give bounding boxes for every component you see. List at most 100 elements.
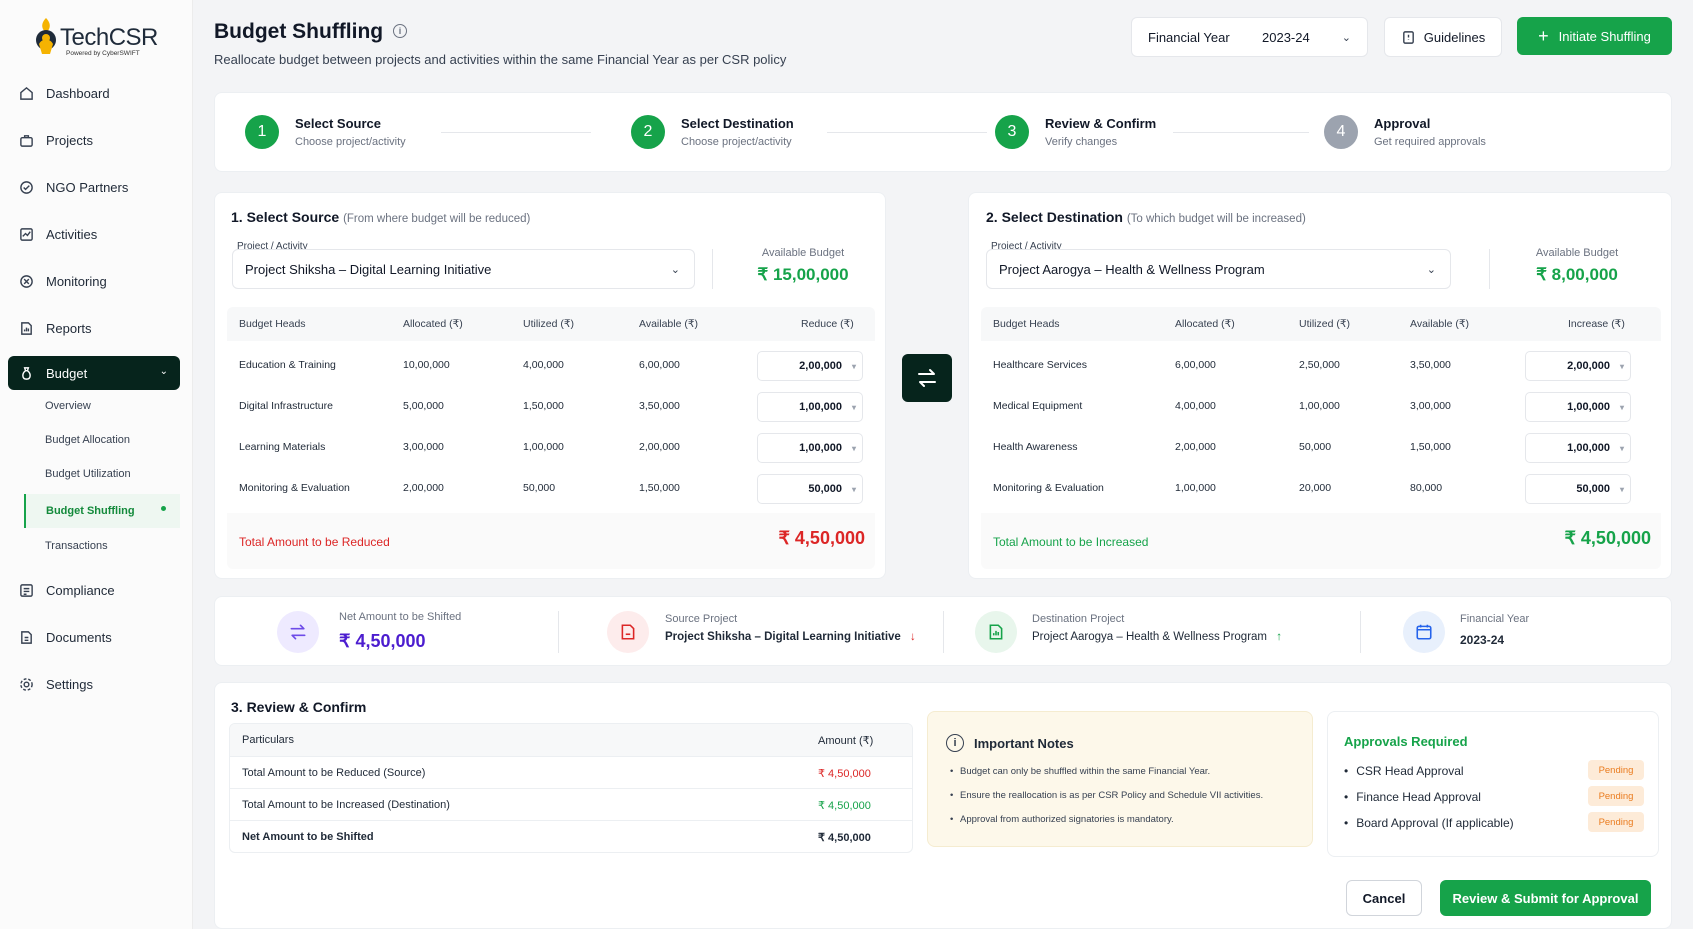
sidebar-item-projects[interactable]: Projects [8, 123, 180, 157]
source-project-select[interactable]: Project Shiksha – Digital Learning Initi… [232, 249, 695, 289]
increase-input[interactable]: 50,000 ▾ [1525, 474, 1631, 504]
utilized-cell: 1,50,000 [523, 400, 564, 412]
source-project-summary: Project Shiksha – Digital Learning Initi… [665, 631, 916, 643]
financial-year-select[interactable]: Financial Year 2023-24 ⌄ [1131, 17, 1368, 57]
budget-head: Medical Equipment [993, 400, 1083, 412]
sidebar-item-reports[interactable]: Reports [8, 311, 180, 345]
subnav-item-budget-allocation[interactable]: Budget Allocation [25, 426, 181, 454]
step-connector [827, 132, 987, 133]
book-icon [1402, 30, 1414, 44]
reduce-value: 50,000 [808, 483, 842, 495]
sidebar-item-label: Monitoring [46, 273, 107, 289]
submit-for-approval-button[interactable]: Review & Submit for Approval [1440, 880, 1651, 916]
step-title: Review & Confirm [1045, 116, 1157, 131]
step-title: Select Destination [681, 116, 794, 131]
step-title: Select Source [295, 116, 381, 131]
chevron-down-icon: ▾ [1619, 361, 1624, 371]
particular-cell: Total Amount to be Increased (Destinatio… [242, 799, 450, 811]
info-icon: i [946, 734, 964, 752]
note-item: Budget can only be shuffled within the s… [950, 766, 1210, 777]
column-header: Amount (₹) [818, 735, 874, 747]
swap-button[interactable] [902, 354, 952, 402]
chevron-down-icon: ▾ [1619, 402, 1624, 412]
budget-head: Learning Materials [239, 441, 326, 453]
sidebar-item-label: Compliance [46, 582, 115, 598]
increase-input[interactable]: 1,00,000 ▾ [1525, 392, 1631, 422]
cancel-button[interactable]: Cancel [1346, 880, 1422, 916]
table-row: Healthcare Services 6,00,000 2,50,000 3,… [981, 345, 1661, 386]
logo[interactable]: TechCSR Powered by CyberSWIFT [30, 16, 160, 62]
sidebar-item-monitoring[interactable]: Monitoring [8, 264, 180, 298]
increase-input[interactable]: 1,00,000 ▾ [1525, 433, 1631, 463]
chevron-down-icon: ⌄ [159, 366, 168, 377]
swap-arrows-icon [918, 369, 936, 387]
logo-mark-icon [36, 18, 56, 54]
page-title: Budget Shuffling [214, 20, 384, 43]
sidebar-item-label: Settings [46, 676, 93, 692]
allocated-cell: 4,00,000 [1175, 400, 1216, 412]
sidebar-item-dashboard[interactable]: Dashboard [8, 76, 180, 110]
sidebar-item-activities[interactable]: Activities [8, 217, 180, 251]
destination-project-select[interactable]: Project Aarogya – Health & Wellness Prog… [986, 249, 1451, 289]
sidebar-item-documents[interactable]: Documents [8, 620, 180, 654]
gear-icon [18, 676, 34, 692]
reduce-input[interactable]: 2,00,000 ▾ [757, 351, 863, 381]
budget-head: Monitoring & Evaluation [993, 482, 1104, 494]
chevron-down-icon: ⌄ [1341, 31, 1351, 44]
chevron-down-icon: ⌄ [670, 263, 680, 276]
divider [712, 249, 713, 289]
subnav-item-budget-utilization[interactable]: Budget Utilization [25, 460, 181, 488]
increase-input[interactable]: 2,00,000 ▾ [1525, 351, 1631, 381]
reduce-input[interactable]: 1,00,000 ▾ [757, 392, 863, 422]
document-chart-icon [975, 611, 1017, 653]
available-cell: 3,50,000 [1410, 359, 1451, 371]
source-card: 1. Select Source (From where budget will… [214, 192, 886, 579]
money-bag-icon [18, 365, 34, 381]
table-row: Monitoring & Evaluation 1,00,000 20,000 … [981, 468, 1661, 509]
sidebar-item-ngo-partners[interactable]: NGO Partners [8, 170, 180, 204]
allocated-cell: 1,00,000 [1175, 482, 1216, 494]
step-subtitle: Choose project/activity [295, 136, 406, 148]
net-amount-value: ₹ 4,50,000 [339, 631, 426, 651]
column-header: Available (₹) [1410, 318, 1470, 330]
source-available-value: ₹ 15,00,000 [757, 265, 849, 284]
sidebar: TechCSR Powered by CyberSWIFT Dashboard … [0, 0, 193, 929]
destination-table: Budget Heads Allocated (₹) Utilized (₹) … [981, 307, 1661, 577]
table-row: Monitoring & Evaluation 2,00,000 50,000 … [227, 468, 875, 509]
sidebar-item-compliance[interactable]: Compliance [8, 573, 180, 607]
net-amount-label: Net Amount to be Shifted [339, 611, 462, 623]
step-2: 2 Select Destination Choose project/activ… [631, 115, 794, 149]
destination-project-label: Destination Project [1032, 613, 1125, 625]
guidelines-label: Guidelines [1423, 29, 1486, 45]
allocated-cell: 2,00,000 [403, 482, 444, 494]
reduce-input[interactable]: 1,00,000 ▾ [757, 433, 863, 463]
subnav-item-overview[interactable]: Overview [25, 392, 181, 420]
available-cell: 1,50,000 [1410, 441, 1451, 453]
sidebar-item-settings[interactable]: Settings [8, 667, 180, 701]
sidebar-item-label: Dashboard [46, 85, 110, 101]
status-badge: Pending [1588, 786, 1644, 806]
column-header: Utilized (₹) [523, 318, 575, 330]
available-cell: 6,00,000 [639, 359, 680, 371]
budget-head: Health Awareness [993, 441, 1078, 453]
step-number: 1 [245, 115, 279, 149]
destination-project-name: Project Aarogya – Health & Wellness Prog… [1032, 631, 1268, 643]
reduce-input[interactable]: 50,000 ▾ [757, 474, 863, 504]
financial-year-value: 2023-24 [1262, 29, 1310, 45]
subnav-item-budget-shuffling[interactable]: Budget Shuffling [24, 494, 180, 528]
info-icon[interactable]: i [393, 24, 407, 38]
sidebar-item-budget[interactable]: Budget ⌄ [8, 356, 180, 390]
subnav-item-transactions[interactable]: Transactions [25, 532, 181, 560]
guidelines-button[interactable]: Guidelines [1384, 17, 1502, 57]
available-cell: 3,50,000 [639, 400, 680, 412]
destination-project-summary: Project Aarogya – Health & Wellness Prog… [1032, 631, 1282, 643]
notes-title: Important Notes [974, 736, 1074, 751]
sidebar-item-label: Budget [46, 365, 88, 381]
initiate-shuffling-button[interactable]: + Initiate Shuffling [1517, 17, 1672, 55]
document-icon [18, 629, 34, 645]
note-item: Ensure the reallocation is as per CSR Po… [950, 790, 1263, 801]
sidebar-item-label: Documents [46, 629, 112, 645]
source-project-name: Project Shiksha – Digital Learning Initi… [665, 631, 901, 643]
activity-icon [18, 226, 34, 242]
status-badge: Pending [1588, 812, 1644, 832]
